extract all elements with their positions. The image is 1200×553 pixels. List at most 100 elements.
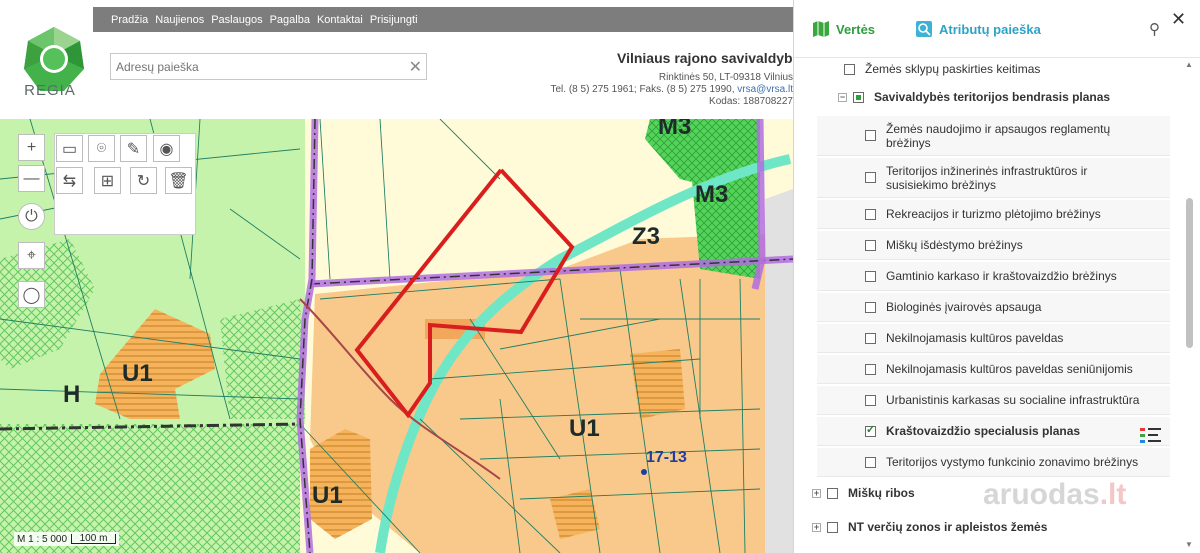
label-m3-top: M3 — [658, 119, 692, 140]
scroll-down-icon[interactable]: ▼ — [1185, 540, 1193, 549]
layer-checkbox[interactable] — [865, 208, 876, 220]
layer-label: Teritorijos inžinerinės infrastruktūros … — [886, 163, 1088, 192]
power-icon[interactable]: ⏻ — [18, 203, 45, 230]
phone-text: Tel. (8 5) 275 1961; Faks. (8 5) 275 199… — [550, 84, 738, 95]
label-u1-center: U1 — [569, 415, 600, 442]
email-link[interactable]: vrsa@vrsa.lt — [737, 84, 793, 95]
label-z3: Z3 — [632, 223, 661, 250]
nav-pradzia[interactable]: Pradžia — [111, 14, 148, 26]
layer-item[interactable]: Nekilnojamasis kultūros paveldas seniūni… — [817, 355, 1170, 384]
layer-label: Nekilnojamasis kultūros paveldas — [886, 331, 1064, 345]
header: REGIA Pradžia Naujienos Paslaugos Pagalb… — [0, 0, 793, 119]
layer-checkbox[interactable] — [827, 487, 838, 499]
tab-vertes[interactable]: Vertės — [812, 20, 875, 38]
nav-kontaktai[interactable]: Kontaktai — [317, 14, 363, 26]
nav-naujienos[interactable]: Naujienos — [155, 14, 204, 26]
layer-label: Urbanistinis karkasas su socialine infra… — [886, 393, 1140, 407]
nav-paslaugos[interactable]: Paslaugos — [211, 14, 262, 26]
layer-group[interactable]: + NT verčių zonos ir apleistos žemės — [812, 516, 1172, 538]
clear-search-icon[interactable]: ✕ — [409, 57, 422, 77]
layer-checkbox[interactable] — [865, 332, 876, 344]
ruler-icon[interactable]: ▭ — [56, 135, 83, 162]
scale-bar: 100 m — [71, 534, 117, 544]
delete-button[interactable]: 🗑 — [165, 167, 192, 194]
nav-pagalba[interactable]: Pagalba — [270, 14, 310, 26]
label-h: H — [63, 381, 81, 408]
layer-label: Nekilnojamasis kultūros paveldas seniūni… — [886, 362, 1133, 376]
label-u1-left: U1 — [122, 360, 153, 387]
zoom-out-button[interactable]: — — [18, 165, 45, 192]
parcel-marker-icon — [641, 469, 647, 475]
measure-area-icon[interactable]: ⊞ — [94, 167, 121, 194]
layer-checkbox[interactable] — [865, 456, 876, 468]
edit-icon[interactable]: ✎ — [120, 135, 147, 162]
layer-item[interactable]: Teritorijos vystymo funkcinio zonavimo b… — [817, 448, 1170, 477]
layer-item[interactable]: Nekilnojamasis kultūros paveldas — [817, 324, 1170, 353]
pin-icon[interactable]: ⌾ — [88, 135, 115, 162]
watermark: aruodas.lt — [983, 478, 1126, 512]
scroll-up-icon[interactable]: ▲ — [1185, 60, 1193, 69]
label-parcel-number: 17-13 — [646, 449, 687, 466]
panel-header: Vertės Atributų paieška ⚲ ✕ — [794, 0, 1200, 58]
layer-item[interactable]: Žemės sklypų paskirties keitimas — [844, 58, 1174, 80]
tab-atributu-label: Atributų paieška — [939, 21, 1041, 37]
target-icon[interactable]: ◉ — [153, 135, 180, 162]
layer-label: Rekreacijos ir turizmo plėtojimo brėžiny… — [886, 207, 1101, 221]
measure-line-icon[interactable]: ⇆ — [56, 167, 83, 194]
municipality-code: Kodas: 188708227 — [709, 96, 793, 107]
layer-checkbox[interactable] — [865, 394, 876, 406]
layer-label: NT verčių zonos ir apleistos žemės — [848, 520, 1048, 534]
layer-label: Gamtinio karkaso ir kraštovaizdžio brėži… — [886, 269, 1117, 283]
layer-checkbox[interactable] — [844, 63, 855, 75]
lasso-icon[interactable]: ◯ — [18, 281, 45, 308]
layers-panel: Vertės Atributų paieška ⚲ ✕ Žemės sklypų… — [793, 0, 1200, 553]
close-panel-button[interactable]: ✕ — [1171, 9, 1186, 30]
layer-checkbox[interactable] — [865, 363, 876, 375]
layer-group[interactable]: − Savivaldybės teritorijos bendrasis pla… — [838, 86, 1178, 108]
layer-label: Miškų išdėstymo brėžinys — [886, 238, 1023, 252]
layer-label: Žemės naudojimo ir apsaugos reglamentų b… — [886, 121, 1111, 150]
layer-item[interactable]: Žemės naudojimo ir apsaugos reglamentų b… — [817, 116, 1170, 156]
layer-label: Biologinės įvairovės apsauga — [886, 300, 1042, 314]
layer-checkbox[interactable] — [865, 301, 876, 313]
municipality-title: Vilniaus rajono savivaldybė — [617, 50, 793, 66]
layer-item[interactable]: Biologinės įvairovės apsauga — [817, 293, 1170, 322]
layer-item[interactable]: Rekreacijos ir turizmo plėtojimo brėžiny… — [817, 200, 1170, 229]
pin-panel-icon[interactable]: ⚲ — [1149, 20, 1160, 38]
layer-checkbox[interactable] — [853, 91, 864, 103]
locate-icon[interactable]: ⌖ — [18, 242, 45, 269]
refresh-icon[interactable]: ↻ — [130, 167, 157, 194]
layer-checkbox[interactable] — [865, 172, 876, 183]
logo-text: REGIA — [24, 82, 76, 99]
layer-checkbox[interactable] — [865, 423, 876, 437]
expand-icon[interactable]: + — [812, 488, 821, 498]
layer-checkbox[interactable] — [827, 521, 838, 533]
layer-checkbox[interactable] — [865, 130, 876, 141]
address-search: ✕ — [110, 53, 427, 80]
layer-label: Žemės sklypų paskirties keitimas — [865, 62, 1041, 76]
watermark-text: aruodas — [983, 478, 1100, 511]
layer-checkbox[interactable] — [865, 239, 876, 251]
nav-prisijungti[interactable]: Prisijungti — [370, 14, 418, 26]
scrollbar-thumb[interactable] — [1186, 198, 1193, 348]
label-m3-right: M3 — [695, 181, 729, 208]
expand-icon[interactable]: + — [812, 522, 821, 532]
layer-label: Savivaldybės teritorijos bendrasis plana… — [874, 90, 1111, 104]
layer-label: Miškų ribos — [848, 486, 915, 500]
layer-label: Teritorijos vystymo funkcinio zonavimo b… — [886, 455, 1139, 469]
layer-item-active[interactable]: Kraštovaizdžio specialusis planas — [817, 417, 1170, 446]
zoom-in-button[interactable]: + — [18, 134, 45, 161]
layer-item[interactable]: Gamtinio karkaso ir kraštovaizdžio brėži… — [817, 262, 1170, 291]
layer-label: Kraštovaizdžio specialusis planas — [886, 424, 1081, 438]
layer-item[interactable]: Urbanistinis karkasas su socialine infra… — [817, 386, 1170, 415]
watermark-suffix: .lt — [1099, 478, 1127, 511]
scale-ratio: M 1 : 5 000 — [17, 533, 68, 545]
layer-checkbox[interactable] — [865, 270, 876, 282]
tab-atributu-paieska[interactable]: Atributų paieška — [915, 20, 1041, 38]
legend-icon[interactable] — [1140, 426, 1162, 446]
address-search-input[interactable] — [111, 54, 401, 79]
collapse-icon[interactable]: − — [838, 92, 847, 102]
label-u1-bottom: U1 — [312, 482, 343, 509]
layer-item[interactable]: Teritorijos inžinerinės infrastruktūros … — [817, 158, 1170, 198]
layer-item[interactable]: Miškų išdėstymo brėžinys — [817, 231, 1170, 260]
